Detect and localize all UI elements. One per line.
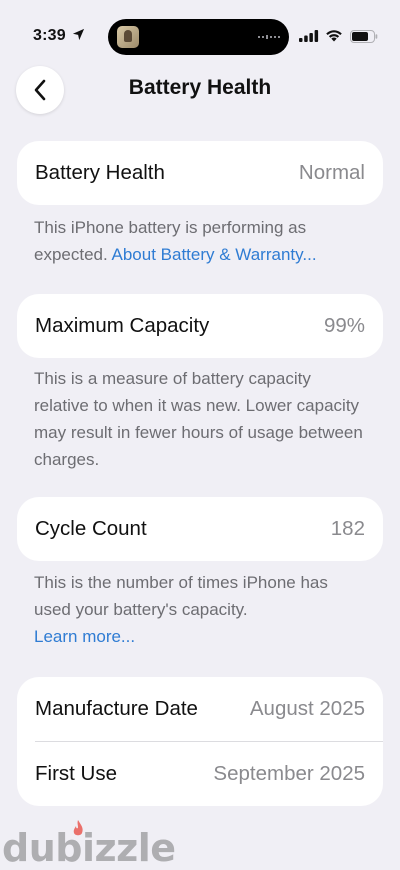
cellular-signal-icon <box>299 30 319 42</box>
manufacture-date-row: Manufacture Date August 2025 <box>17 677 383 741</box>
location-arrow-icon <box>72 28 85 41</box>
wifi-icon <box>326 30 342 42</box>
cycle-count-label: Cycle Count <box>35 517 147 540</box>
about-battery-warranty-link[interactable]: About Battery & Warranty... <box>112 245 317 264</box>
dynamic-island[interactable] <box>108 19 289 55</box>
battery-health-label: Battery Health <box>35 161 165 184</box>
page-title: Battery Health <box>128 76 272 99</box>
audio-waveform-icon <box>258 35 280 39</box>
first-use-label: First Use <box>35 762 117 785</box>
navigation-bar: Battery Health <box>0 64 400 116</box>
dubizzle-watermark: dubizzle <box>0 820 176 870</box>
flame-icon <box>73 820 83 836</box>
battery-icon <box>350 30 378 43</box>
manufacture-date-label: Manufacture Date <box>35 697 198 720</box>
first-use-row: First Use September 2025 <box>17 742 383 806</box>
maximum-capacity-row: Maximum Capacity 99% <box>17 294 383 358</box>
status-bar: 3:39 <box>0 0 400 70</box>
learn-more-link[interactable]: Learn more... <box>34 623 364 650</box>
maximum-capacity-value: 99% <box>323 314 365 337</box>
cycle-count-row: Cycle Count 182 <box>17 497 383 561</box>
maximum-capacity-label: Maximum Capacity <box>35 314 210 337</box>
cycle-count-footnote: This is the number of times iPhone has u… <box>34 569 364 650</box>
battery-dates-card: Manufacture Date August 2025 First Use S… <box>17 677 383 806</box>
battery-health-row: Battery Health Normal <box>17 141 383 205</box>
status-time: 3:39 <box>33 27 66 44</box>
cycle-count-card: Cycle Count 182 <box>17 497 383 561</box>
first-use-value: September 2025 <box>213 762 365 785</box>
now-playing-thumbnail <box>117 26 139 48</box>
battery-health-value: Normal <box>298 161 365 184</box>
battery-health-card: Battery Health Normal <box>17 141 383 205</box>
cycle-count-footnote-text: This is the number of times iPhone has u… <box>34 573 328 619</box>
manufacture-date-value: August 2025 <box>249 697 365 720</box>
maximum-capacity-footnote: This is a measure of battery capacity re… <box>34 369 363 469</box>
watermark-text: dubizzle <box>2 826 176 870</box>
battery-health-footnote: This iPhone battery is performing as exp… <box>34 214 364 268</box>
maximum-capacity-card: Maximum Capacity 99% <box>17 294 383 358</box>
cycle-count-value: 182 <box>330 517 365 540</box>
